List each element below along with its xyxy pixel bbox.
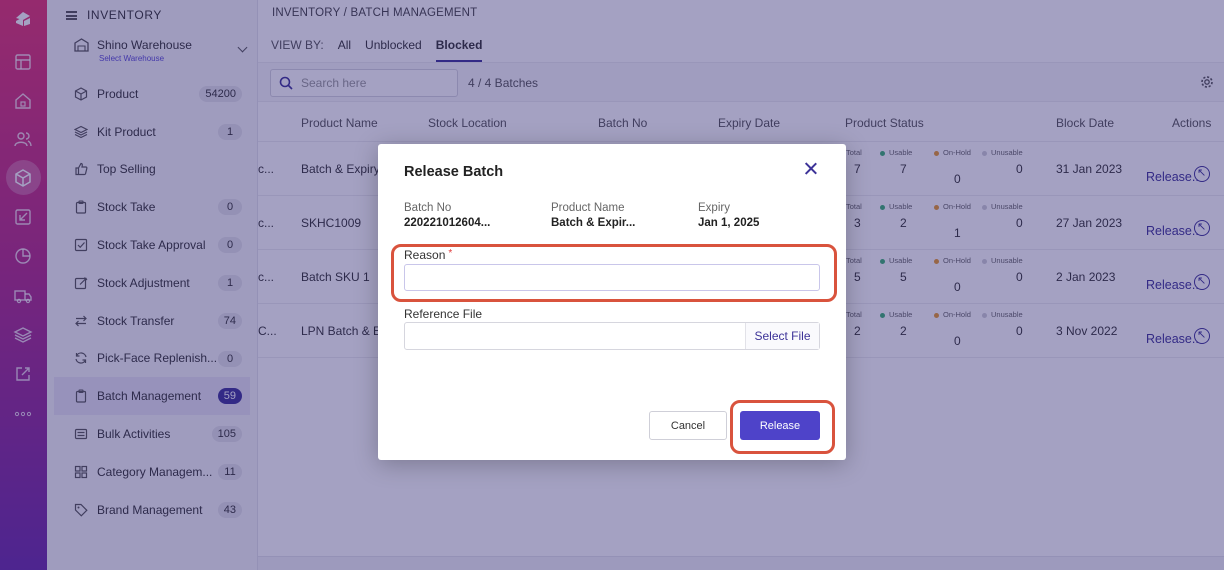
modal-title: Release Batch bbox=[404, 164, 504, 180]
expiry-info: Expiry Jan 1, 2025 bbox=[698, 202, 759, 229]
reason-highlight bbox=[391, 244, 837, 302]
product-name-label: Product Name bbox=[551, 202, 625, 214]
release-batch-modal: Release Batch Batch No 220221012604... P… bbox=[378, 144, 846, 460]
cancel-button[interactable]: Cancel bbox=[649, 411, 727, 440]
batch-no-info: Batch No 220221012604... bbox=[404, 202, 490, 229]
close-icon[interactable] bbox=[804, 162, 818, 176]
select-file-button[interactable]: Select File bbox=[745, 323, 819, 349]
reference-file-label: Reference File bbox=[404, 307, 483, 321]
reference-file-field[interactable]: Select File bbox=[404, 322, 820, 350]
batch-no-value: 220221012604... bbox=[404, 217, 491, 229]
release-highlight bbox=[730, 400, 835, 454]
product-name-value: Batch & Expir... bbox=[551, 217, 636, 229]
batch-no-label: Batch No bbox=[404, 202, 452, 214]
product-name-info: Product Name Batch & Expir... bbox=[551, 202, 635, 229]
expiry-value: Jan 1, 2025 bbox=[698, 217, 760, 229]
expiry-label: Expiry bbox=[698, 202, 730, 214]
